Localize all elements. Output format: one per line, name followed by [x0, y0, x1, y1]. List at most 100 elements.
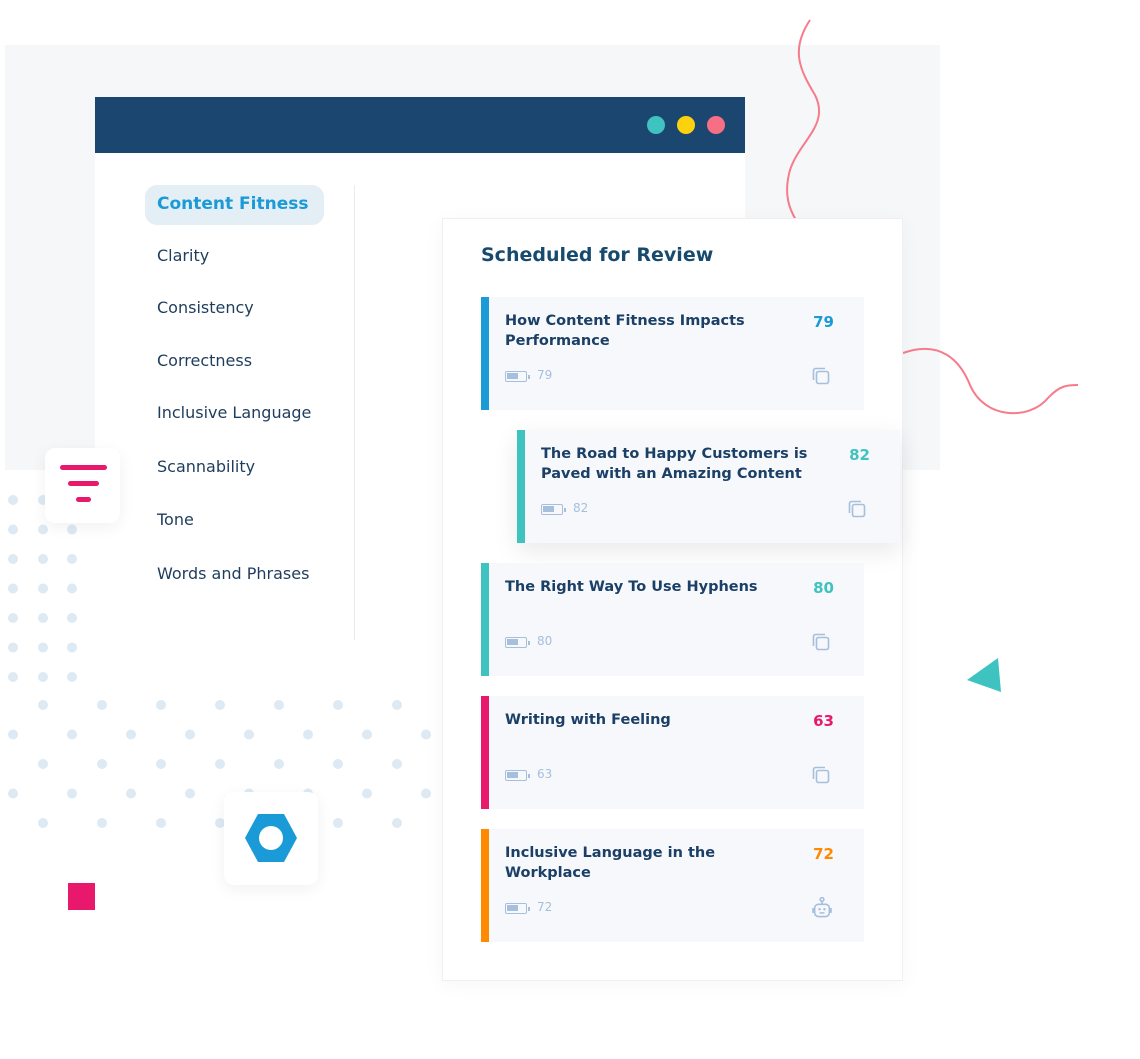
dot	[8, 672, 18, 682]
dot	[333, 759, 343, 769]
dot	[67, 583, 77, 594]
copy-icon[interactable]	[812, 367, 830, 385]
dot	[38, 818, 48, 828]
dot	[303, 729, 313, 740]
battery-icon	[505, 770, 530, 781]
item-title[interactable]: Inclusive Language in the Workplace	[505, 843, 790, 883]
dot	[392, 759, 402, 769]
filter-tile[interactable]	[45, 448, 120, 523]
dot	[67, 554, 77, 564]
filter-icon	[60, 465, 107, 502]
window-dot-teal[interactable]	[647, 116, 665, 134]
sidebar-item-tone[interactable]: Tone	[157, 510, 194, 529]
sidebar-item-correctness[interactable]: Correctness	[157, 351, 252, 370]
dot	[8, 583, 18, 594]
item-subscore: 79	[537, 368, 553, 382]
dot	[215, 700, 225, 710]
dot	[8, 729, 18, 740]
review-title: Scheduled for Review	[481, 244, 714, 266]
item-subscore: 63	[537, 767, 553, 781]
dot	[126, 729, 136, 740]
dot	[8, 642, 18, 653]
dot	[67, 788, 77, 799]
dot	[67, 642, 77, 653]
dot	[156, 700, 166, 710]
sidebar-item-words-and-phrases[interactable]: Words and Phrases	[157, 564, 309, 583]
dot	[38, 583, 48, 594]
hexagon-nut-icon	[245, 814, 297, 862]
dot	[8, 495, 18, 505]
dot	[392, 700, 402, 710]
dot	[67, 613, 77, 623]
dot	[97, 818, 107, 828]
sidebar-item-clarity[interactable]: Clarity	[157, 246, 209, 265]
item-title[interactable]: The Right Way To Use Hyphens	[505, 577, 790, 597]
dot	[392, 818, 402, 828]
item-score: 63	[813, 712, 834, 730]
review-item[interactable]: How Content Fitness Impacts Performance …	[481, 297, 864, 410]
window-titlebar	[95, 97, 745, 153]
item-subscore: 72	[537, 900, 553, 914]
battery-icon	[505, 371, 530, 382]
dot	[333, 818, 343, 828]
hexagon-tile[interactable]	[224, 792, 318, 885]
item-title[interactable]: Writing with Feeling	[505, 710, 790, 730]
item-score: 72	[813, 845, 834, 863]
dot	[38, 759, 48, 769]
square-shape	[68, 883, 95, 910]
dot	[97, 759, 107, 769]
dot	[362, 788, 372, 799]
review-item[interactable]: Inclusive Language in the Workplace 72 7…	[481, 829, 864, 942]
dot	[38, 613, 48, 623]
battery-icon	[541, 504, 566, 515]
item-title[interactable]: The Road to Happy Customers is Paved wit…	[541, 444, 826, 484]
dot	[8, 613, 18, 623]
robot-icon[interactable]	[810, 897, 834, 919]
dot	[8, 554, 18, 564]
triangle-shape	[967, 658, 1001, 692]
review-item[interactable]: The Right Way To Use Hyphens 80 80	[481, 563, 864, 676]
sidebar-item-scannability[interactable]: Scannability	[157, 457, 255, 476]
sidebar-divider	[354, 185, 355, 640]
dot	[67, 672, 77, 682]
dot	[126, 788, 136, 799]
dot	[156, 818, 166, 828]
window-dot-pink[interactable]	[707, 116, 725, 134]
copy-icon[interactable]	[812, 633, 830, 651]
dot	[185, 729, 195, 740]
dot	[185, 788, 195, 799]
item-score: 82	[849, 446, 870, 464]
review-item[interactable]: The Road to Happy Customers is Paved wit…	[517, 430, 900, 543]
dot	[333, 700, 343, 710]
dot	[215, 759, 225, 769]
dot	[38, 554, 48, 564]
item-title[interactable]: How Content Fitness Impacts Performance	[505, 311, 790, 351]
dot	[362, 729, 372, 740]
item-subscore: 80	[537, 634, 553, 648]
dot	[244, 729, 254, 740]
dot	[38, 642, 48, 653]
dot	[38, 524, 48, 535]
dot	[274, 759, 284, 769]
battery-icon	[505, 903, 530, 914]
dot	[8, 788, 18, 799]
dot	[8, 524, 18, 535]
dot	[38, 700, 48, 710]
sidebar-item-content-fitness[interactable]: Content Fitness	[145, 185, 324, 225]
dot	[67, 729, 77, 740]
review-item[interactable]: Writing with Feeling 63 63	[481, 696, 864, 809]
dot	[274, 700, 284, 710]
dot	[421, 788, 431, 799]
item-score: 79	[813, 313, 834, 331]
squiggle-line	[786, 19, 821, 221]
sidebar-item-inclusive-language[interactable]: Inclusive Language	[157, 403, 311, 422]
item-score: 80	[813, 579, 834, 597]
dot	[97, 700, 107, 710]
dot	[67, 524, 77, 535]
window-dot-yellow[interactable]	[677, 116, 695, 134]
item-subscore: 82	[573, 501, 589, 515]
copy-icon[interactable]	[812, 766, 830, 784]
sidebar-item-consistency[interactable]: Consistency	[157, 298, 254, 317]
copy-icon[interactable]	[848, 500, 866, 518]
dot	[38, 672, 48, 682]
